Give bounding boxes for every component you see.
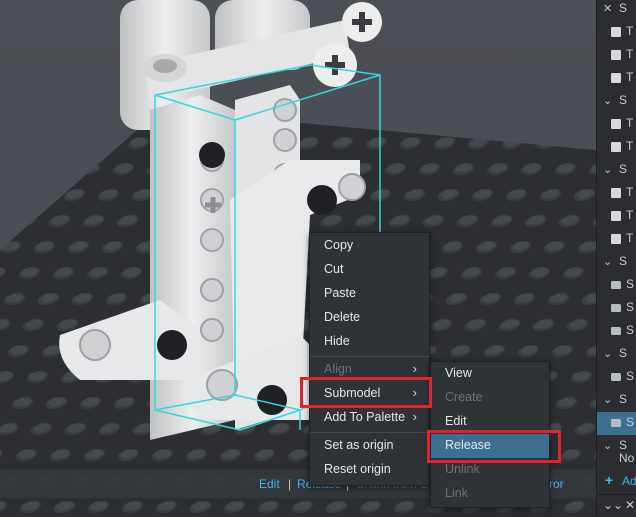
submenu-item-link: Link [445, 486, 468, 500]
tree-row-label: T [626, 116, 634, 130]
tree-row[interactable]: ⌄ S [597, 389, 636, 412]
tree-row-label: T [626, 208, 634, 222]
tree-row[interactable]: T [597, 44, 636, 67]
folder-icon [611, 327, 621, 335]
menu-item-paste[interactable]: Paste [310, 282, 429, 306]
chevron-down-icon[interactable]: ⌄ [603, 94, 612, 107]
tree-row-label: T [626, 185, 634, 199]
folder-icon [611, 419, 621, 427]
folder-icon [611, 281, 621, 289]
tree-row-label: S [626, 277, 635, 291]
add-button-label: Ad [622, 474, 636, 488]
tree-row[interactable]: ✕ S [597, 0, 636, 21]
menu-item-copy[interactable]: Copy [310, 234, 429, 258]
tree-row-label: S [619, 392, 628, 406]
tree-row-label: S [619, 162, 628, 176]
tree-row[interactable]: S [597, 412, 636, 435]
tree-row-label: T [626, 24, 634, 38]
chevron-right-icon: › [412, 361, 417, 376]
chevron-down-icon[interactable]: ⌄ [603, 255, 612, 268]
annotation-box-release [427, 430, 561, 463]
menu-separator [310, 432, 429, 433]
tree-row[interactable]: ⌄ S [597, 343, 636, 366]
chevron-down-icon[interactable]: ⌄ [603, 163, 612, 176]
menu-separator [310, 356, 429, 357]
tree-row-label: S [619, 1, 628, 15]
chevron-down-icon[interactable]: ⌄ [603, 393, 612, 406]
tree-row-label: S [626, 415, 635, 429]
add-button[interactable]: + Ad [597, 470, 636, 492]
tree-row[interactable]: ⌄ S [597, 159, 636, 182]
menu-item-delete[interactable]: Delete [310, 306, 429, 330]
brick-icon [611, 119, 621, 129]
tree-row[interactable]: S [597, 297, 636, 320]
tree-footer-controls: ⌄⌄ ✕ [597, 494, 636, 517]
tree-row-label: S [626, 300, 635, 314]
tree-row[interactable]: ⌄ S [597, 251, 636, 274]
annotation-box-submodel [300, 377, 432, 408]
tree-row-label: S [626, 323, 635, 337]
tree-row-label: T [626, 231, 634, 245]
plus-icon: + [605, 472, 614, 488]
brick-icon [611, 73, 621, 83]
submenu-item-create: Create [445, 390, 483, 404]
tree-row-label: T [626, 139, 634, 153]
chevron-down-icon[interactable]: ⌄ [603, 347, 612, 360]
tree-row[interactable]: ⌄ S [597, 90, 636, 113]
menu-item-add-to-palette[interactable]: Add To Palette › [310, 406, 429, 430]
brick-icon [611, 188, 621, 198]
tree-row[interactable]: T [597, 228, 636, 251]
tree-row[interactable]: S [597, 320, 636, 343]
brick-icon [611, 27, 621, 37]
tree-row-label: S [626, 369, 635, 383]
submenu-item-view[interactable]: View [431, 362, 549, 386]
tree-row[interactable]: T [597, 113, 636, 136]
menu-item-hide[interactable]: Hide [310, 330, 429, 354]
tree-row-label: T [626, 47, 634, 61]
menu-item-reset-origin[interactable]: Reset origin [310, 458, 429, 482]
status-edit-link[interactable]: Edit [259, 477, 280, 491]
status-separator: | [288, 477, 292, 491]
tree-row-label: T [626, 70, 634, 84]
tree-row-label: S [619, 93, 628, 107]
chevron-right-icon: › [412, 409, 417, 424]
menu-item-set-as-origin[interactable]: Set as origin [310, 434, 429, 458]
brick-icon [611, 211, 621, 221]
tree-empty-row: No [597, 448, 636, 470]
tree-row[interactable]: T [597, 136, 636, 159]
tree-row[interactable]: T [597, 67, 636, 90]
menu-item-cut[interactable]: Cut [310, 258, 429, 282]
tree-empty-label: No [619, 451, 635, 465]
brick-icon [611, 142, 621, 152]
tree-row[interactable]: T [597, 21, 636, 44]
tree-row[interactable]: T [597, 205, 636, 228]
context-menu: Copy Cut Paste Delete Hide Align › Submod… [309, 232, 430, 486]
outliner-panel: ✕ S T T T ⌄ S T T ⌄ S T T T ⌄ S S S S ⌄ S S ⌄ S S ⌄ S No + Ad ⌄⌄ ✕ [596, 0, 636, 517]
brick-icon [611, 50, 621, 60]
tree-row[interactable]: S [597, 274, 636, 297]
folder-icon [611, 304, 621, 312]
close-icon[interactable]: ✕ [625, 498, 635, 512]
tree-row-label: S [619, 254, 628, 268]
tree-row-label: S [619, 346, 628, 360]
tree-row[interactable]: S [597, 366, 636, 389]
collapse-all-icon[interactable]: ⌄⌄ [603, 498, 623, 512]
folder-icon [611, 373, 621, 381]
tree-row[interactable]: T [597, 182, 636, 205]
chevron-down-icon[interactable]: ✕ [603, 2, 612, 15]
brick-icon [611, 234, 621, 244]
